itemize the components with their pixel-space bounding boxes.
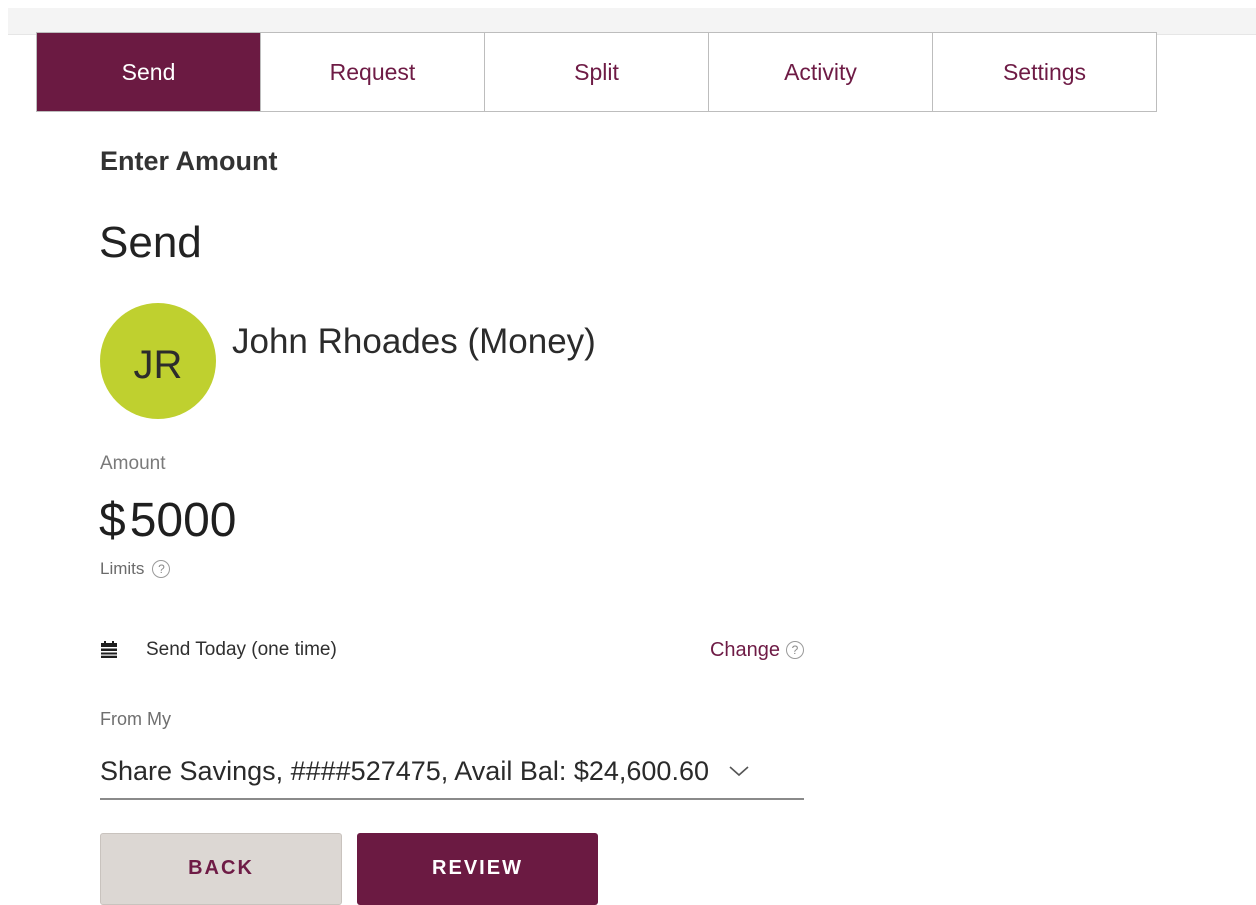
change-label: Change bbox=[709, 638, 780, 661]
review-button[interactable]: REVIEW bbox=[357, 833, 598, 905]
chevron-down-icon bbox=[729, 766, 749, 777]
amount-value: 5000 bbox=[129, 494, 237, 547]
limits-link[interactable]: Limits ? bbox=[100, 559, 171, 579]
limits-label: Limits bbox=[100, 559, 145, 578]
page-heading: Send bbox=[99, 218, 202, 267]
from-account-value: Share Savings, ####527475, Avail Bal: $2… bbox=[100, 755, 709, 786]
calendar-icon bbox=[101, 641, 117, 658]
section-title: Enter Amount bbox=[100, 146, 278, 176]
recipient-avatar: JR bbox=[100, 303, 216, 419]
change-schedule-link[interactable]: Change ? bbox=[710, 639, 804, 662]
recipient-name: John Rhoades (Money) bbox=[232, 322, 596, 361]
tab-send[interactable]: Send bbox=[37, 33, 261, 111]
from-account-label: From My bbox=[100, 709, 171, 729]
help-icon[interactable]: ? bbox=[786, 641, 804, 659]
tab-activity[interactable]: Activity bbox=[709, 33, 933, 111]
tab-bar: Send Request Split Activity Settings bbox=[36, 32, 1157, 112]
schedule-row: Send Today (one time) Change ? bbox=[100, 636, 804, 664]
avatar-initials: JR bbox=[133, 342, 183, 387]
help-icon[interactable]: ? bbox=[152, 560, 171, 578]
back-button[interactable]: BACK bbox=[100, 833, 342, 905]
from-account-select[interactable]: Share Savings, ####527475, Avail Bal: $2… bbox=[100, 744, 804, 800]
tab-settings[interactable]: Settings bbox=[933, 33, 1156, 111]
amount-input[interactable]: $ 5000 bbox=[99, 493, 236, 548]
schedule-text: Send Today (one time) bbox=[146, 639, 337, 660]
tab-split[interactable]: Split bbox=[485, 33, 709, 111]
tab-request[interactable]: Request bbox=[261, 33, 485, 111]
browser-top-strip bbox=[8, 8, 1256, 35]
currency-symbol: $ bbox=[99, 494, 126, 547]
amount-label: Amount bbox=[100, 453, 166, 474]
